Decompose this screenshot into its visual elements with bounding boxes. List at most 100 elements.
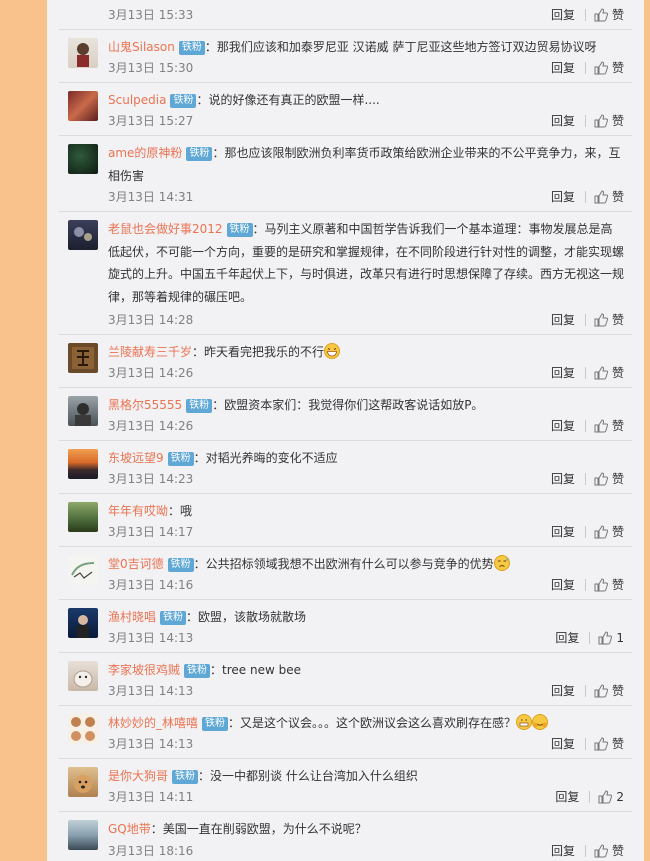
avatar[interactable] [68,502,98,532]
comment-time: 3月13日 14:31 [108,190,194,204]
reply-button[interactable]: 回复 [551,735,575,752]
reply-button[interactable]: 回复 [551,470,575,487]
thumbs-up-icon[interactable] [594,189,608,204]
like-count[interactable]: 赞 [612,6,624,23]
avatar[interactable] [68,343,98,373]
thumbs-up-icon[interactable] [594,60,608,75]
thumbs-up-icon[interactable] [598,789,613,804]
reply-button[interactable]: 回复 [555,788,579,805]
username-link[interactable]: 林妙妙的_林嘻嘻 [108,716,198,730]
divider [584,578,586,591]
username-link[interactable]: 年年有哎呦 [108,504,168,518]
username-link[interactable]: ame的原神粉 [108,146,182,160]
username-link[interactable]: 是你大狗哥 [108,769,168,783]
thumbs-up-icon[interactable] [598,630,613,645]
thumbs-up-icon[interactable] [594,418,608,433]
like-count[interactable]: 赞 [612,59,624,76]
thumbs-up-icon[interactable] [594,524,608,539]
comment-actions: 回复 赞 [551,682,624,699]
thumbs-up-icon[interactable] [594,736,608,751]
reply-button[interactable]: 回复 [551,59,575,76]
list-item: 黑格尔55555 铁粉 ：欧盟资本家们：我觉得你们这帮政客说话如放P。 3月13日 … [59,388,632,441]
comment-actions: 回复 赞 [551,364,624,381]
comment-time: 3月13日 18:16 [108,844,194,858]
comment-time: 3月13日 15:33 [108,8,194,22]
reply-button[interactable]: 回复 [551,6,575,23]
comment-text: ：又是这个议会。。。这个欧洲议会这么喜欢刷存在感？ [228,716,517,730]
reply-button[interactable]: 回复 [551,523,575,540]
avatar[interactable] [68,608,98,638]
like-count[interactable]: 赞 [612,364,624,381]
username-link[interactable]: Sculpedia [108,93,166,107]
username-link[interactable]: GQ地带 [108,822,151,836]
like-count[interactable]: 赞 [612,523,624,540]
divider [584,114,586,127]
divider [584,472,586,485]
reply-button[interactable]: 回复 [551,576,575,593]
like-count[interactable]: 赞 [612,311,624,328]
list-item: 李家坡很鸡贼 铁粉 ：tree new bee 3月13日 14:13 回复 赞 [59,653,632,706]
like-count[interactable]: 赞 [612,470,624,487]
like-count[interactable]: 赞 [612,112,624,129]
like-count[interactable]: 赞 [612,842,624,859]
avatar[interactable] [68,396,98,426]
like-count[interactable]: 赞 [612,735,624,752]
avatar[interactable] [68,767,98,797]
reply-button[interactable]: 回复 [551,112,575,129]
comment-content: 兰陵献寿三千岁：昨天看完把我乐的不行 [108,341,624,363]
thumbs-up-icon[interactable] [594,843,608,858]
comment-time: 3月13日 14:28 [108,313,194,327]
avatar[interactable] [68,38,98,68]
thumbs-up-icon[interactable] [594,577,608,592]
avatar[interactable] [68,91,98,121]
comment-content: 黑格尔55555 铁粉 ：欧盟资本家们：我觉得你们这帮政客说话如放P。 [108,394,624,416]
avatar[interactable] [68,449,98,479]
fan-badge: 铁粉 [167,558,194,572]
avatar[interactable] [68,555,98,585]
comment-content: Sculpedia 铁粉 ：说的好像还有真正的欧盟一样.... [108,89,624,111]
like-count[interactable]: 赞 [612,576,624,593]
username-link[interactable]: 老鼠也会做好事2012 [108,222,223,236]
avatar[interactable] [68,220,98,250]
comment-actions: 回复 赞 [551,523,624,540]
thumbs-up-icon[interactable] [594,365,608,380]
like-count[interactable]: 赞 [612,188,624,205]
comment-text: ：哦 [168,504,193,518]
username-link[interactable]: 李家坡很鸡贼 [108,663,180,677]
reply-button[interactable]: 回复 [551,842,575,859]
fan-badge: 铁粉 [184,664,211,678]
username-link[interactable]: 黑格尔55555 [108,398,182,412]
username-link[interactable]: 堂0吉诃德 [108,557,164,571]
reply-button[interactable]: 回复 [551,682,575,699]
comment-text: ：公共招标领域我想不出欧洲有什么可以参与竞争的优势 [193,557,494,571]
list-item: 东坡远望9 铁粉 ：对韬光养晦的变化不适应 3月13日 14:23 回复 赞 [59,441,632,494]
list-item: 山鬼Silason 铁粉 ：那我们应该和加泰罗尼亚 汉诺威 萨丁尼亚这些地方签订双边… [59,30,632,83]
thumbs-up-icon[interactable] [594,7,608,22]
username-link[interactable]: 兰陵献寿三千岁 [108,345,192,359]
thumbs-up-icon[interactable] [594,113,608,128]
like-count[interactable]: 1 [616,631,624,645]
like-count[interactable]: 赞 [612,682,624,699]
divider [584,419,586,432]
comment-text: ：那也应该限制欧洲负利率货币政策给欧洲企业带来的不公平竞争力，来，互相伤害 [108,146,621,183]
reply-button[interactable]: 回复 [551,364,575,381]
laughing-emoji-icon [324,343,341,359]
like-count[interactable]: 赞 [612,417,624,434]
username-link[interactable]: 渔村晓唱 [108,610,156,624]
avatar[interactable] [68,661,98,691]
username-link[interactable]: 山鬼Silason [108,40,175,54]
thumbs-up-icon[interactable] [594,683,608,698]
like-count[interactable]: 2 [616,790,624,804]
reply-button[interactable]: 回复 [551,311,575,328]
list-item: GQ地带：美国一直在削弱欧盟，为什么不说呢？ 3月13日 18:16 回复 赞 [59,812,632,861]
avatar[interactable] [68,714,98,744]
comment-actions: 回复 赞 [551,417,624,434]
username-link[interactable]: 东坡远望9 [108,451,164,465]
avatar[interactable] [68,144,98,174]
reply-button[interactable]: 回复 [551,188,575,205]
thumbs-up-icon[interactable] [594,312,608,327]
thumbs-up-icon[interactable] [594,471,608,486]
avatar[interactable] [68,820,98,850]
reply-button[interactable]: 回复 [551,417,575,434]
reply-button[interactable]: 回复 [555,629,579,646]
